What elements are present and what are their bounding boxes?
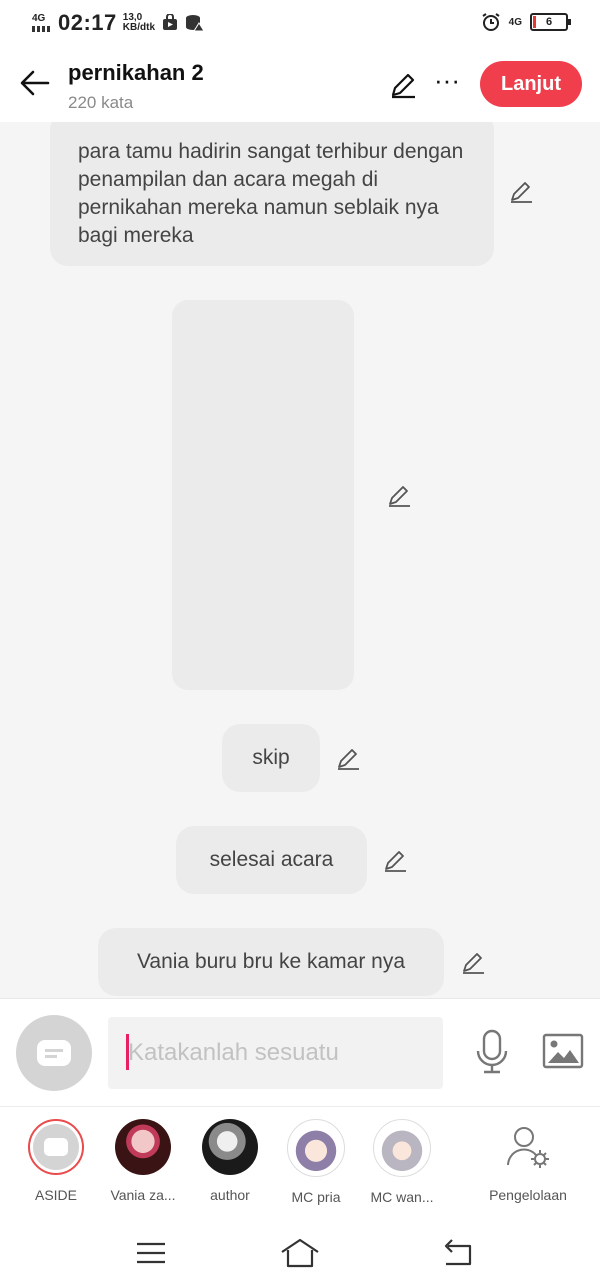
system-nav-bar: [0, 1216, 600, 1287]
pencil-icon[interactable]: [382, 847, 408, 873]
character-name: Pengelolaan: [489, 1187, 567, 1203]
message-bubble[interactable]: para tamu hadirin sangat terhibur dengan…: [50, 122, 494, 266]
aside-icon: [28, 1119, 84, 1175]
image-message[interactable]: [172, 300, 354, 690]
message-text: para tamu hadirin sangat terhibur dengan…: [78, 140, 464, 247]
pencil-icon[interactable]: [388, 70, 418, 100]
pencil-icon[interactable]: [386, 482, 412, 508]
message-text: selesai acara: [209, 848, 334, 871]
character-name: MC pria: [291, 1189, 341, 1205]
message-text: skip: [252, 746, 290, 769]
status-left: 4G 02:17 13,0 KB/dtk: [32, 10, 205, 36]
character-management[interactable]: Pengelolaan: [480, 1119, 576, 1203]
character-author[interactable]: author: [187, 1119, 273, 1203]
battery-icon: 6: [530, 13, 571, 31]
more-icon[interactable]: ···: [432, 67, 462, 98]
text-caret: [126, 1034, 129, 1070]
character-aside[interactable]: ASIDE: [13, 1119, 99, 1203]
clock: 02:17: [58, 10, 117, 35]
character-mc-pria[interactable]: MC pria: [273, 1119, 359, 1205]
menu-icon[interactable]: [136, 1242, 166, 1264]
avatar: [373, 1119, 431, 1177]
character-bar: ASIDE Vania za... author MC pria MC wan.…: [0, 1106, 600, 1217]
character-name: author: [210, 1187, 250, 1203]
message-input[interactable]: [108, 1017, 443, 1089]
message-bubble[interactable]: skip: [222, 724, 320, 792]
aside-toggle-button[interactable]: [16, 1015, 92, 1091]
character-name: MC wan...: [370, 1189, 434, 1205]
back-arrow-icon[interactable]: [18, 66, 52, 100]
character-mc-wanita[interactable]: MC wan...: [359, 1119, 445, 1205]
database-warning-icon: [186, 15, 205, 32]
avatar: [287, 1119, 345, 1177]
character-name: ASIDE: [34, 1187, 77, 1203]
store-icon: [163, 14, 178, 30]
signal-icon: [32, 26, 52, 32]
message-bubble[interactable]: Vania buru bru ke kamar nya: [98, 928, 444, 996]
chat-area[interactable]: para tamu hadirin sangat terhibur dengan…: [0, 122, 600, 998]
story-title: pernikahan 2: [68, 60, 204, 85]
avatar: [202, 1119, 258, 1175]
message-text: Vania buru bru ke kamar nya: [136, 950, 406, 973]
battery-level: 6: [545, 16, 553, 28]
pencil-icon[interactable]: [508, 178, 534, 204]
pencil-icon[interactable]: [335, 745, 361, 771]
aside-icon: [37, 1040, 71, 1066]
input-bar: [0, 998, 600, 1107]
character-name: Vania za...: [110, 1187, 176, 1203]
status-right: 4G 6: [481, 12, 571, 32]
network-type: 4G: [508, 16, 522, 28]
avatar: [115, 1119, 171, 1175]
home-icon[interactable]: [280, 1236, 320, 1270]
network-label: 4G: [32, 13, 46, 24]
message-bubble[interactable]: selesai acara: [176, 826, 367, 894]
network-indicator: 4G: [32, 14, 52, 32]
status-bar: 4G 02:17 13,0 KB/dtk 4G 6: [0, 0, 600, 46]
speed-unit: KB/dtk: [122, 22, 156, 33]
image-icon[interactable]: [542, 1033, 584, 1069]
pencil-icon[interactable]: [460, 949, 486, 975]
next-button[interactable]: Lanjut: [480, 61, 582, 107]
microphone-icon[interactable]: [474, 1029, 510, 1075]
app-bar: pernikahan 2 220 kata ··· Lanjut: [0, 46, 600, 122]
return-icon[interactable]: [440, 1238, 474, 1268]
word-count: 220 kata: [68, 93, 134, 112]
person-gear-icon: [500, 1119, 556, 1175]
network-speed: 13,0 KB/dtk: [123, 13, 155, 33]
alarm-icon: [482, 13, 500, 31]
character-vania[interactable]: Vania za...: [100, 1119, 186, 1203]
